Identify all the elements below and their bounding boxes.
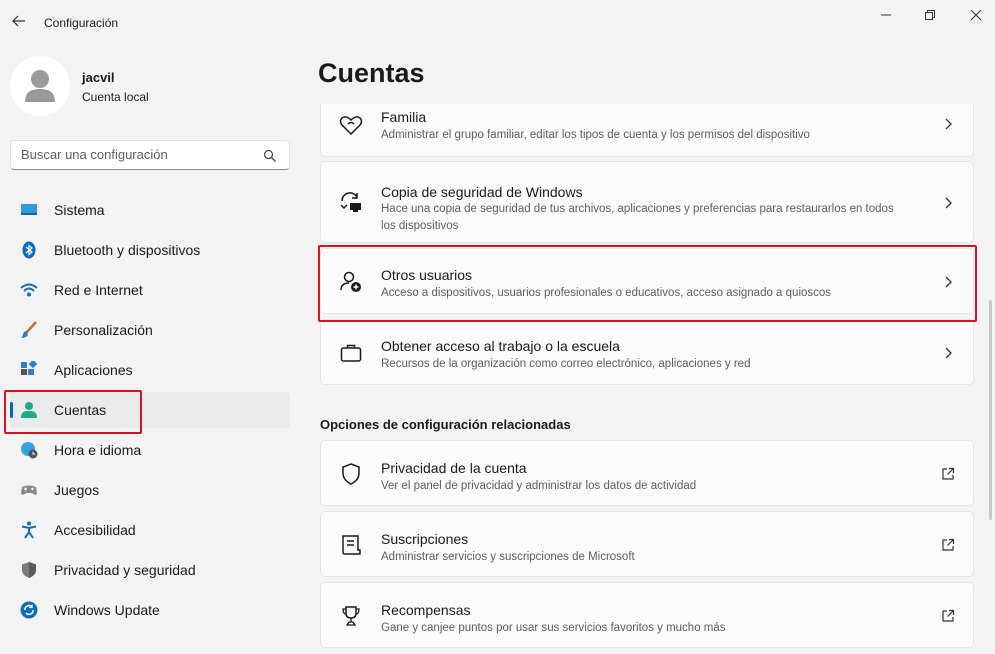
highlight-box-otros-usuarios: [318, 245, 977, 322]
card-description: Recursos de la organización como correo …: [381, 358, 751, 370]
card-title: Familia: [381, 109, 427, 125]
external-link-icon: [942, 538, 955, 551]
sidebar-item-privacidad[interactable]: Privacidad y seguridad: [10, 552, 290, 588]
close-icon: [971, 10, 981, 20]
avatar: [10, 56, 70, 116]
card-familia[interactable]: Familia Administrar el grupo familiar, e…: [320, 104, 974, 157]
card-suscripciones[interactable]: Suscripciones Administrar servicios y su…: [320, 511, 974, 577]
search-icon: [263, 149, 276, 162]
sidebar-item-sistema[interactable]: Sistema: [10, 192, 290, 228]
restore-icon: [925, 10, 935, 20]
brush-icon: [21, 321, 37, 338]
sidebar-item-bluetooth[interactable]: Bluetooth y dispositivos: [10, 232, 290, 268]
search-box[interactable]: [10, 140, 290, 170]
card-description: Gane y canjee puntos por usar sus servic…: [381, 622, 726, 634]
sidebar-item-juegos[interactable]: Juegos: [10, 472, 290, 508]
user-silhouette-icon: [25, 70, 55, 102]
card-title: Copia de seguridad de Windows: [381, 184, 583, 200]
card-description: Hace una copia de seguridad de tus archi…: [381, 203, 894, 232]
accessibility-icon: [21, 521, 37, 539]
card-title: Obtener acceso al trabajo o la escuela: [381, 338, 620, 354]
sidebar-item-windows-update[interactable]: Windows Update: [10, 592, 290, 628]
chevron-right-icon: [945, 347, 952, 359]
sidebar-item-accesibilidad[interactable]: Accesibilidad: [10, 512, 290, 548]
apps-icon: [21, 361, 38, 375]
monitor-icon: [21, 204, 37, 215]
sidebar-item-hora[interactable]: Hora e idioma: [10, 432, 290, 468]
restore-button[interactable]: [910, 4, 950, 26]
close-button[interactable]: [956, 4, 995, 26]
title-bar: Configuración: [0, 0, 995, 44]
trophy-icon: [342, 606, 360, 626]
card-title: Suscripciones: [381, 531, 469, 547]
card-description: Administrar servicios y suscripciones de…: [381, 551, 635, 563]
backup-icon: [340, 192, 361, 212]
page-title: Cuentas: [318, 58, 425, 88]
scrollbar[interactable]: [989, 300, 992, 520]
external-link-icon: [942, 609, 955, 622]
user-profile[interactable]: jacvil Cuenta local: [10, 56, 290, 116]
shield-icon: [22, 562, 36, 578]
user-name: jacvil: [82, 70, 115, 85]
chevron-right-icon: [945, 118, 952, 130]
shield-outline-icon: [342, 463, 360, 485]
card-privacidad-cuenta[interactable]: Privacidad de la cuenta Ver el panel de …: [320, 440, 974, 506]
sidebar-item-personalizacion[interactable]: Personalización: [10, 312, 290, 348]
sidebar-item-red[interactable]: Red e Internet: [10, 272, 290, 308]
card-title: Privacidad de la cuenta: [381, 460, 527, 476]
sidebar-item-aplicaciones[interactable]: Aplicaciones: [10, 352, 290, 388]
gamepad-icon: [21, 485, 37, 495]
account-type: Cuenta local: [82, 90, 149, 104]
card-title: Recompensas: [381, 602, 471, 618]
minimize-button[interactable]: [866, 4, 906, 26]
card-description: Administrar el grupo familiar, editar lo…: [381, 129, 810, 141]
app-title: Configuración: [44, 16, 119, 30]
globe-clock-icon: [21, 442, 38, 459]
back-button[interactable]: [8, 10, 30, 32]
back-arrow-icon: [12, 15, 25, 27]
card-trabajo-escuela[interactable]: Obtener acceso al trabajo o la escuela R…: [320, 319, 974, 385]
family-heart-icon: [339, 116, 363, 136]
card-description: Ver el panel de privacidad y administrar…: [381, 480, 697, 492]
bluetooth-icon: [22, 241, 36, 259]
chevron-right-icon: [945, 197, 952, 209]
minimize-icon: [881, 14, 891, 16]
content-area: Familia Administrar el grupo familiar, e…: [320, 104, 975, 654]
update-icon: [20, 601, 38, 619]
briefcase-icon: [340, 344, 362, 362]
card-copia-seguridad[interactable]: Copia de seguridad de Windows Hace una c…: [320, 161, 974, 243]
card-recompensas[interactable]: Recompensas Gane y canjee puntos por usa…: [320, 582, 974, 648]
wifi-icon: [20, 283, 38, 297]
section-title-related: Opciones de configuración relacionadas: [320, 417, 571, 432]
search-input[interactable]: [21, 147, 261, 162]
external-link-icon: [942, 467, 955, 480]
subscription-icon: [342, 535, 361, 555]
highlight-box-cuentas: [4, 390, 142, 434]
